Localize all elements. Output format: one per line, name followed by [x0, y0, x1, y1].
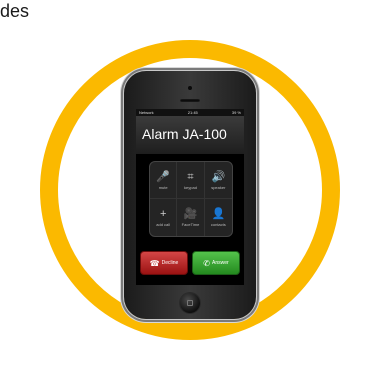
decline-button[interactable]: ☎ Decline	[140, 251, 188, 275]
add-call-label: add call	[156, 222, 171, 227]
home-button[interactable]	[180, 293, 200, 313]
contacts-label: contacts	[210, 222, 226, 227]
keypad-label: keypad	[184, 184, 197, 190]
answer-label: Answer	[212, 260, 229, 266]
battery-label: 39 %	[231, 110, 241, 115]
phone-answer-icon: ✆	[203, 258, 210, 268]
facetime-button[interactable]: 🎥 FaceTime	[177, 199, 205, 236]
phone-device: Network 21:45 39 % Alarm JA-100 🎤 mute ⌗…	[124, 71, 256, 319]
caller-name: Alarm JA-100	[142, 126, 227, 142]
answer-button[interactable]: ✆ Answer	[192, 251, 240, 275]
earpiece	[180, 99, 200, 102]
phone-screen: Network 21:45 39 % Alarm JA-100 🎤 mute ⌗…	[136, 109, 244, 285]
mic-off-icon: 🎤	[156, 170, 171, 183]
keypad-button[interactable]: ⌗ keypad	[177, 162, 205, 199]
carrier-label: Network	[139, 110, 154, 115]
status-bar: Network 21:45 39 %	[136, 109, 244, 116]
speaker-icon: 🔊	[211, 170, 226, 183]
speaker-label: speaker	[211, 184, 226, 190]
video-icon: 🎥	[183, 208, 198, 220]
keypad-icon: ⌗	[187, 170, 194, 183]
contacts-button[interactable]: 👤 contacts	[205, 199, 232, 236]
add-call-button[interactable]: + add call	[150, 199, 178, 236]
facetime-label: FaceTime	[181, 222, 200, 227]
camera-icon	[188, 86, 192, 90]
decline-label: Decline	[161, 260, 179, 266]
call-action-row: ☎ Decline ✆ Answer	[140, 251, 240, 275]
call-options-panel: 🎤 mute ⌗ keypad 🔊 speaker + add call 🎥 F…	[149, 161, 233, 237]
add-icon: +	[159, 208, 167, 220]
contact-icon: 👤	[211, 208, 226, 220]
phone-hangup-icon: ☎	[149, 258, 160, 268]
home-square-icon	[187, 300, 193, 306]
partial-heading: des	[0, 1, 30, 21]
mute-label: mute	[158, 184, 168, 190]
caller-banner: Alarm JA-100	[136, 116, 244, 154]
speaker-button[interactable]: 🔊 speaker	[204, 162, 232, 199]
mute-button[interactable]: 🎤 mute	[150, 162, 178, 199]
time-label: 21:45	[187, 110, 198, 115]
